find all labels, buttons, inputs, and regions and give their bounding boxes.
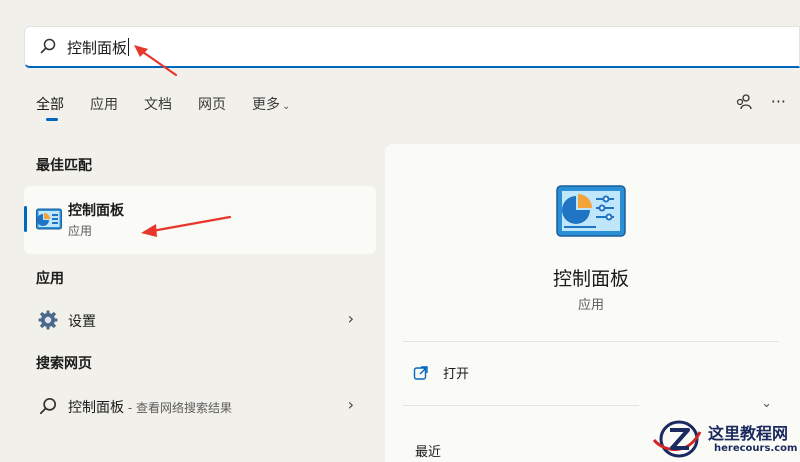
- selection-indicator: [24, 206, 27, 232]
- list-item-web-search[interactable]: 控制面板 - 查看网络搜索结果 ›: [24, 389, 376, 423]
- best-match-subtitle: 应用: [68, 224, 93, 238]
- web-search-hint: - 查看网络搜索结果: [124, 401, 232, 415]
- web-search-query: 控制面板: [68, 400, 124, 416]
- control-panel-icon: [36, 208, 62, 230]
- text-caret: [128, 38, 130, 56]
- search-input[interactable]: 控制面板: [67, 37, 130, 58]
- best-match-title: 控制面板: [68, 203, 124, 219]
- watermark-title: 这里教程网: [708, 424, 789, 443]
- divider: [403, 405, 639, 406]
- site-logo-icon: [652, 420, 702, 458]
- tab-apps[interactable]: 应用: [90, 94, 118, 114]
- filter-tabs: 全部 应用 文档 网页 更多 ⌄: [36, 94, 316, 121]
- chevron-right-icon[interactable]: ›: [348, 309, 354, 328]
- watermark: 这里教程网 herecours.com: [652, 416, 800, 462]
- search-icon: [40, 38, 56, 54]
- divider: [403, 341, 779, 342]
- search-input-value: 控制面板: [67, 39, 128, 57]
- search-icon: [39, 397, 57, 415]
- more-options-icon[interactable]: ···: [771, 92, 786, 111]
- detail-pane: 控制面板 应用 打开 ⌄ 最近: [385, 144, 800, 462]
- chevron-down-icon: ⌄: [282, 101, 291, 112]
- open-external-icon: [413, 365, 428, 380]
- tab-all[interactable]: 全部: [36, 94, 64, 121]
- top-right-actions: ···: [735, 92, 786, 111]
- best-match-item[interactable]: 控制面板 应用: [24, 186, 376, 254]
- chevron-down-icon[interactable]: ⌄: [761, 396, 772, 411]
- control-panel-icon: [556, 185, 626, 237]
- web-search-label: 控制面板 - 查看网络搜索结果: [68, 397, 232, 417]
- tab-web[interactable]: 网页: [198, 94, 226, 114]
- chevron-right-icon[interactable]: ›: [348, 395, 354, 414]
- open-action[interactable]: 打开: [413, 363, 469, 382]
- best-match-heading: 最佳匹配: [36, 158, 92, 174]
- settings-label: 设置: [68, 314, 96, 330]
- tab-more-label: 更多: [252, 97, 280, 113]
- apps-heading: 应用: [36, 271, 64, 287]
- detail-app-name: 控制面板: [552, 268, 629, 290]
- open-label: 打开: [443, 367, 470, 382]
- gear-icon: [38, 310, 58, 330]
- web-search-heading: 搜索网页: [36, 356, 92, 372]
- tab-more[interactable]: 更多 ⌄: [252, 94, 290, 114]
- recent-heading: 最近: [415, 445, 442, 460]
- account-switch-icon[interactable]: [735, 93, 753, 111]
- search-bar[interactable]: 控制面板: [24, 26, 800, 68]
- detail-app-kind: 应用: [577, 298, 604, 313]
- watermark-url: herecours.com: [714, 443, 798, 454]
- list-item-settings[interactable]: 设置 ›: [24, 303, 376, 337]
- tab-documents[interactable]: 文档: [144, 94, 172, 114]
